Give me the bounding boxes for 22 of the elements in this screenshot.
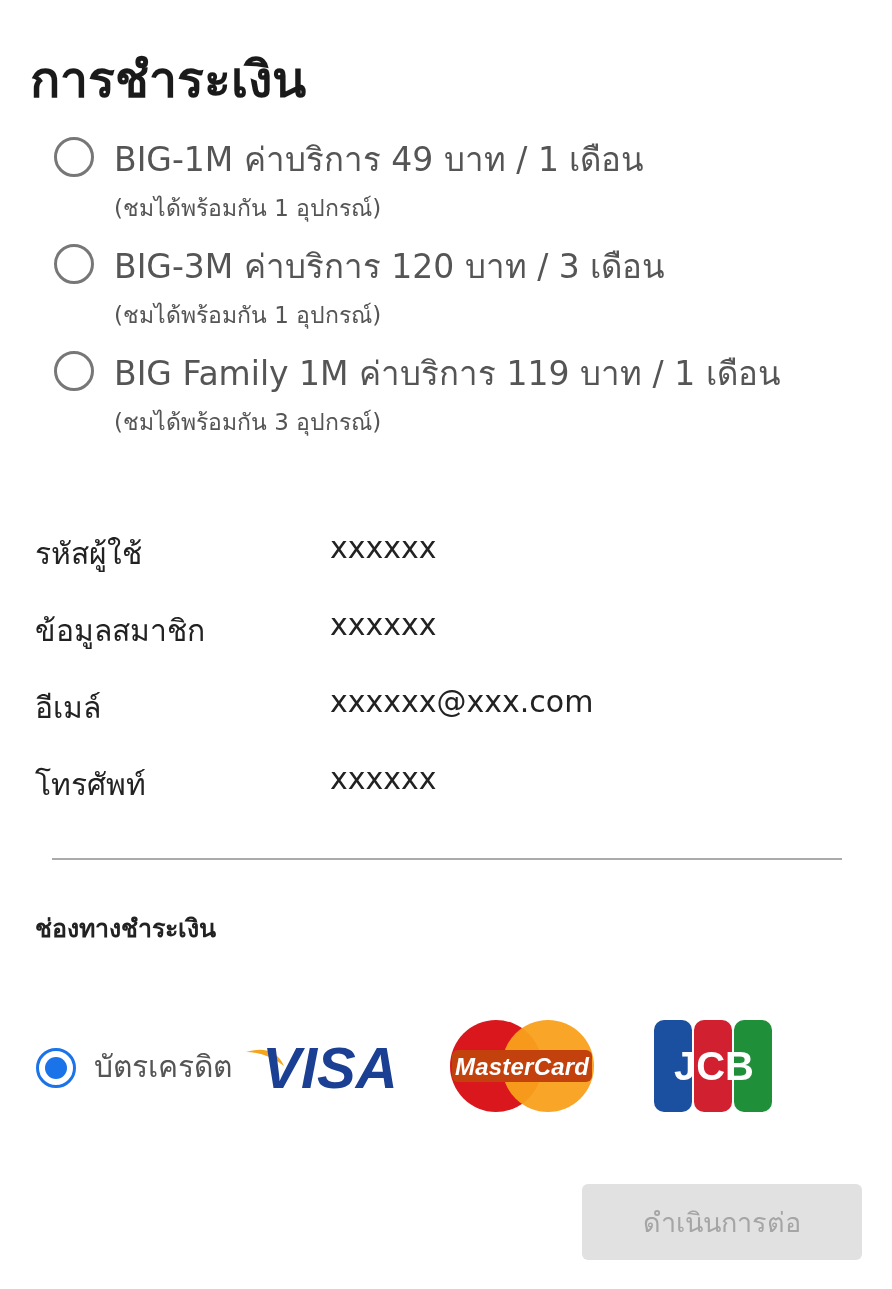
info-value: xxxxxx	[330, 607, 438, 644]
info-label: ข้อมูลสมาชิก	[35, 612, 206, 651]
info-label: อีเมล์	[35, 689, 102, 727]
info-value: xxxxxx@xxx.com	[330, 684, 595, 721]
info-label: รหัสผู้ใช้	[35, 535, 143, 574]
radio-button[interactable]	[36, 1048, 76, 1088]
plan-note: (ชมได้พร้อมกัน 1 อุปกรณ์)	[114, 301, 383, 331]
plan-label[interactable]: BIG-1M ค่าบริการ 49 บาท / 1 เดือน	[114, 133, 645, 186]
radio-button[interactable]	[54, 351, 94, 391]
plan-note: (ชมได้พร้อมกัน 1 อุปกรณ์)	[114, 194, 383, 224]
plan-label[interactable]: BIG Family 1M ค่าบริการ 119 บาท / 1 เดือน	[114, 347, 781, 400]
plan-label[interactable]: BIG-3M ค่าบริการ 120 บาท / 3 เดือน	[114, 240, 666, 293]
visa-logo: VISA	[244, 1036, 416, 1096]
radio-button[interactable]	[54, 244, 94, 284]
section-heading: ช่องทางชำระเงิน	[35, 913, 217, 945]
method-label[interactable]: บัตรเครดิต	[94, 1042, 232, 1090]
plan-note: (ชมได้พร้อมกัน 3 อุปกรณ์)	[114, 408, 383, 438]
page-title: การชำระเงิน	[30, 50, 307, 111]
info-value: xxxxxx	[330, 530, 438, 567]
info-label: โทรศัพท์	[35, 766, 147, 804]
info-value: xxxxxx	[330, 761, 438, 798]
radio-button[interactable]	[54, 137, 94, 177]
